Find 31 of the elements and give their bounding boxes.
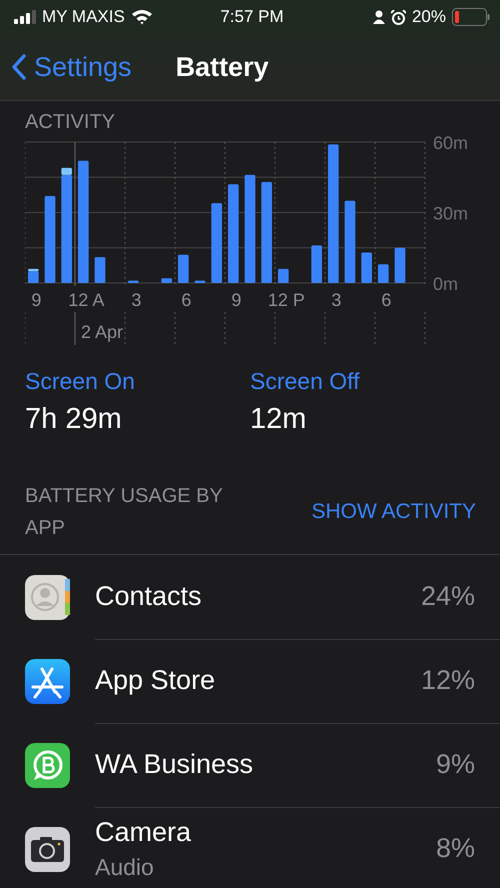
axis-label: 12 A [68, 290, 104, 310]
section-header: BATTERY USAGE BY APP [25, 484, 224, 541]
axis-label: 0m [433, 274, 458, 294]
axis-label: 6 [181, 290, 192, 310]
battery-percent: 20% [412, 7, 446, 27]
app-name: WA Business [95, 749, 254, 780]
usage-percent: 12% [420, 665, 475, 696]
date-label: 2 Apr [81, 322, 124, 342]
axis-label: 12 P [268, 290, 305, 310]
stat-value: 12m [250, 403, 308, 436]
axis-label: 60m [433, 133, 468, 153]
axis-label: 6 [381, 290, 392, 310]
page-title: Battery [176, 52, 269, 82]
axis-label: 9 [231, 290, 242, 310]
stat-value: 7h 29m [25, 403, 123, 436]
axis-label: 9 [31, 290, 42, 310]
app-detail: Audio [95, 854, 155, 880]
axis-label: 30m [433, 204, 468, 224]
stat-label: Screen Off [250, 368, 361, 395]
usage-percent: 9% [436, 749, 475, 780]
usage-percent: 24% [420, 581, 475, 612]
app-name: Contacts [95, 581, 203, 612]
app-name: App Store [95, 665, 216, 696]
carrier-name: MY MAXIS [42, 7, 125, 27]
section-header: ACTIVITY [25, 111, 116, 133]
clock-time: 7:57 PM [220, 7, 284, 27]
axis-label: 3 [331, 290, 342, 310]
stat-label: Screen On [25, 368, 136, 395]
axis-label: 3 [131, 290, 142, 310]
app-name: Camera [95, 816, 192, 848]
usage-percent: 8% [436, 833, 475, 864]
